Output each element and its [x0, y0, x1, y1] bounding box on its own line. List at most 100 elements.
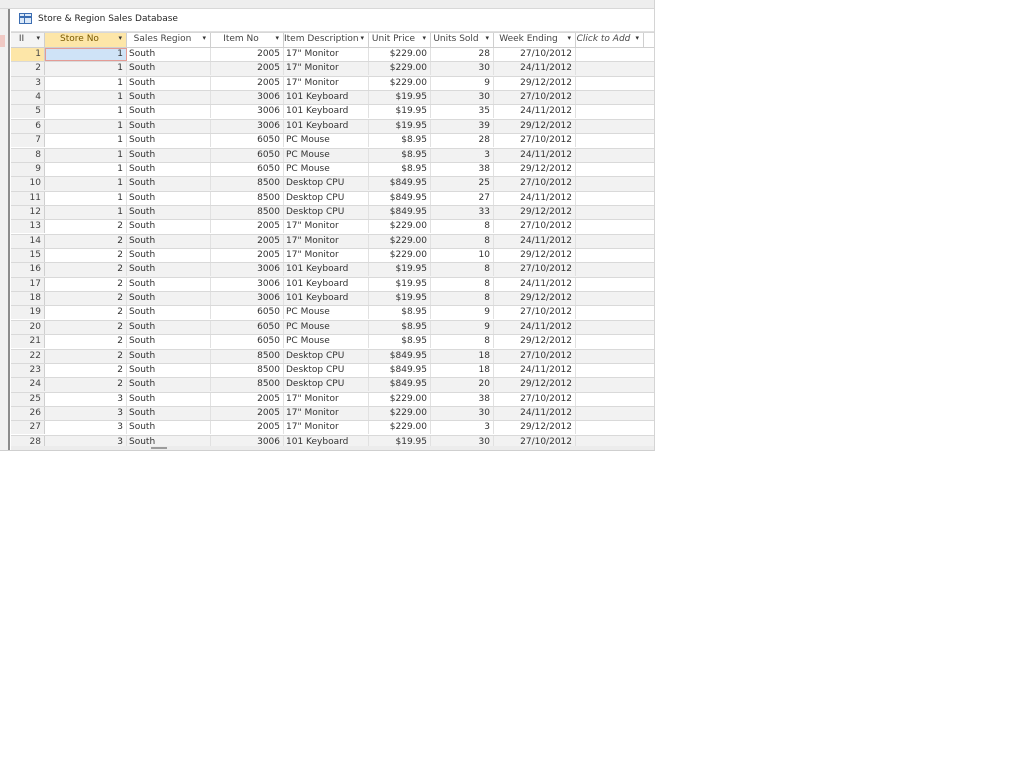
cell-store[interactable]: 1 — [45, 105, 127, 119]
cell-add[interactable] — [576, 378, 644, 391]
cell-units[interactable]: 38 — [431, 392, 494, 406]
cell-region[interactable]: South — [127, 349, 211, 363]
cell-item[interactable]: 2005 — [211, 62, 284, 76]
record-selector[interactable]: 4 — [11, 91, 45, 105]
cell-item[interactable]: 2005 — [211, 220, 284, 234]
record-selector[interactable]: 1 — [11, 48, 45, 61]
record-selector[interactable]: 25 — [11, 392, 45, 406]
record-selector[interactable]: 2 — [11, 62, 45, 76]
record-selector[interactable]: 23 — [11, 363, 45, 377]
record-selector[interactable]: 10 — [11, 177, 45, 191]
cell-add[interactable] — [576, 220, 644, 233]
cell-item[interactable]: 3006 — [211, 119, 284, 133]
record-selector[interactable]: 16 — [11, 263, 45, 277]
column-header-id[interactable]: II ▾ — [11, 33, 45, 47]
cell-region[interactable]: South — [127, 378, 211, 392]
cell-week[interactable]: 27/10/2012 — [494, 392, 576, 406]
cell-item[interactable]: 8500 — [211, 177, 284, 191]
cell-region[interactable]: South — [127, 249, 211, 263]
cell-week[interactable]: 29/12/2012 — [494, 76, 576, 90]
cell-region[interactable]: South — [127, 306, 211, 320]
chevron-down-icon[interactable]: ▾ — [36, 34, 40, 42]
cell-price[interactable]: $229.00 — [369, 220, 431, 234]
cell-add[interactable] — [576, 393, 644, 406]
chevron-down-icon[interactable]: ▾ — [202, 34, 206, 42]
table-row[interactable]: 14 2 South 2005 17" Monitor $229.00 8 24/11/201… — [11, 234, 654, 250]
cell-add[interactable] — [576, 249, 644, 262]
cell-week[interactable]: 24/11/2012 — [494, 191, 576, 205]
cell-store[interactable]: 1 — [45, 205, 127, 219]
table-row[interactable]: 24 2 South 8500 Desktop CPU $849.95 20 29/12/20… — [11, 378, 654, 393]
table-row[interactable]: 9 1 South 6050 PC Mouse $8.95 38 29/12/2012 — [11, 162, 654, 178]
cell-week[interactable]: 24/11/2012 — [494, 363, 576, 377]
navigation-pane-edge[interactable] — [0, 9, 8, 450]
table-row[interactable]: 16 2 South 3006 101 Keyboard $19.95 8 27/10/201… — [11, 263, 654, 278]
cell-units[interactable]: 9 — [431, 76, 494, 90]
chevron-down-icon[interactable]: ▾ — [422, 34, 426, 42]
cell-week[interactable]: 29/12/2012 — [494, 249, 576, 263]
cell-week[interactable]: 24/11/2012 — [494, 406, 576, 420]
record-selector[interactable]: 13 — [11, 220, 45, 234]
table-row[interactable]: 10 1 South 8500 Desktop CPU $849.95 25 27/10/20… — [11, 177, 654, 192]
cell-store[interactable]: 1 — [45, 191, 127, 205]
record-selector[interactable]: 22 — [11, 349, 45, 363]
cell-price[interactable]: $229.00 — [369, 406, 431, 420]
datasheet-tab[interactable]: Store & Region Sales Database — [11, 9, 654, 32]
record-selector[interactable]: 26 — [11, 406, 45, 420]
cell-units[interactable]: 25 — [431, 177, 494, 191]
cell-desc[interactable]: 17" Monitor — [284, 406, 369, 420]
cell-price[interactable]: $849.95 — [369, 205, 431, 219]
record-selector[interactable]: 18 — [11, 292, 45, 306]
cell-add[interactable] — [576, 263, 644, 276]
cell-item[interactable]: 3006 — [211, 105, 284, 119]
cell-store[interactable]: 2 — [45, 234, 127, 248]
cell-price[interactable]: $19.95 — [369, 119, 431, 133]
column-header-units-sold[interactable]: Units Sold ▾ — [431, 33, 494, 47]
record-selector[interactable]: 3 — [11, 76, 45, 90]
table-row[interactable]: 2 1 South 2005 17" Monitor $229.00 30 24/11/201… — [11, 62, 654, 77]
cell-add[interactable] — [576, 364, 644, 377]
table-row[interactable]: 22 2 South 8500 Desktop CPU $849.95 18 27/10/20… — [11, 349, 654, 364]
cell-add[interactable] — [576, 335, 644, 348]
cell-week[interactable]: 27/10/2012 — [494, 349, 576, 363]
cell-add[interactable] — [576, 350, 644, 363]
cell-desc[interactable]: 17" Monitor — [284, 249, 369, 263]
cell-item[interactable]: 6050 — [211, 306, 284, 320]
cell-desc[interactable]: PC Mouse — [284, 320, 369, 334]
cell-region[interactable]: South — [127, 406, 211, 420]
cell-units[interactable]: 9 — [431, 320, 494, 334]
cell-add[interactable] — [576, 91, 644, 104]
cell-add[interactable] — [576, 177, 644, 190]
cell-add[interactable] — [576, 407, 644, 420]
cell-week[interactable]: 24/11/2012 — [494, 277, 576, 291]
cell-price[interactable]: $19.95 — [369, 277, 431, 291]
cell-item[interactable]: 6050 — [211, 148, 284, 162]
cell-store[interactable]: 1 — [45, 162, 127, 176]
cell-store[interactable]: 3 — [45, 421, 127, 435]
cell-add[interactable] — [576, 192, 644, 205]
cell-add[interactable] — [576, 206, 644, 219]
cell-week[interactable]: 24/11/2012 — [494, 62, 576, 76]
table-row[interactable]: 7 1 South 6050 PC Mouse $8.95 28 27/10/2012 — [11, 134, 654, 149]
cell-add[interactable] — [576, 149, 644, 162]
table-row[interactable]: 1 1 South 2005 17" Monitor $229.00 28 27/10/201… — [11, 48, 654, 63]
cell-price[interactable]: $8.95 — [369, 162, 431, 176]
cell-region[interactable]: South — [127, 205, 211, 219]
cell-item[interactable]: 6050 — [211, 162, 284, 176]
column-header-sales-region[interactable]: Sales Region ▾ — [127, 33, 211, 47]
cell-week[interactable]: 29/12/2012 — [494, 378, 576, 392]
cell-desc[interactable]: PC Mouse — [284, 134, 369, 148]
cell-add[interactable] — [576, 48, 644, 61]
cell-store[interactable]: 2 — [45, 249, 127, 263]
cell-desc[interactable]: Desktop CPU — [284, 378, 369, 392]
table-row[interactable]: 3 1 South 2005 17" Monitor $229.00 9 29/12/2012 — [11, 76, 654, 92]
chevron-down-icon[interactable]: ▾ — [118, 34, 122, 42]
cell-units[interactable]: 3 — [431, 148, 494, 162]
column-header-click-to-add[interactable]: Click to Add ▾ — [576, 33, 644, 47]
cell-units[interactable]: 30 — [431, 62, 494, 76]
table-row[interactable]: 5 1 South 3006 101 Keyboard $19.95 35 24/11/201… — [11, 105, 654, 120]
cell-units[interactable]: 35 — [431, 105, 494, 119]
cell-region[interactable]: South — [127, 105, 211, 119]
cell-add[interactable] — [576, 235, 644, 248]
cell-price[interactable]: $19.95 — [369, 105, 431, 119]
